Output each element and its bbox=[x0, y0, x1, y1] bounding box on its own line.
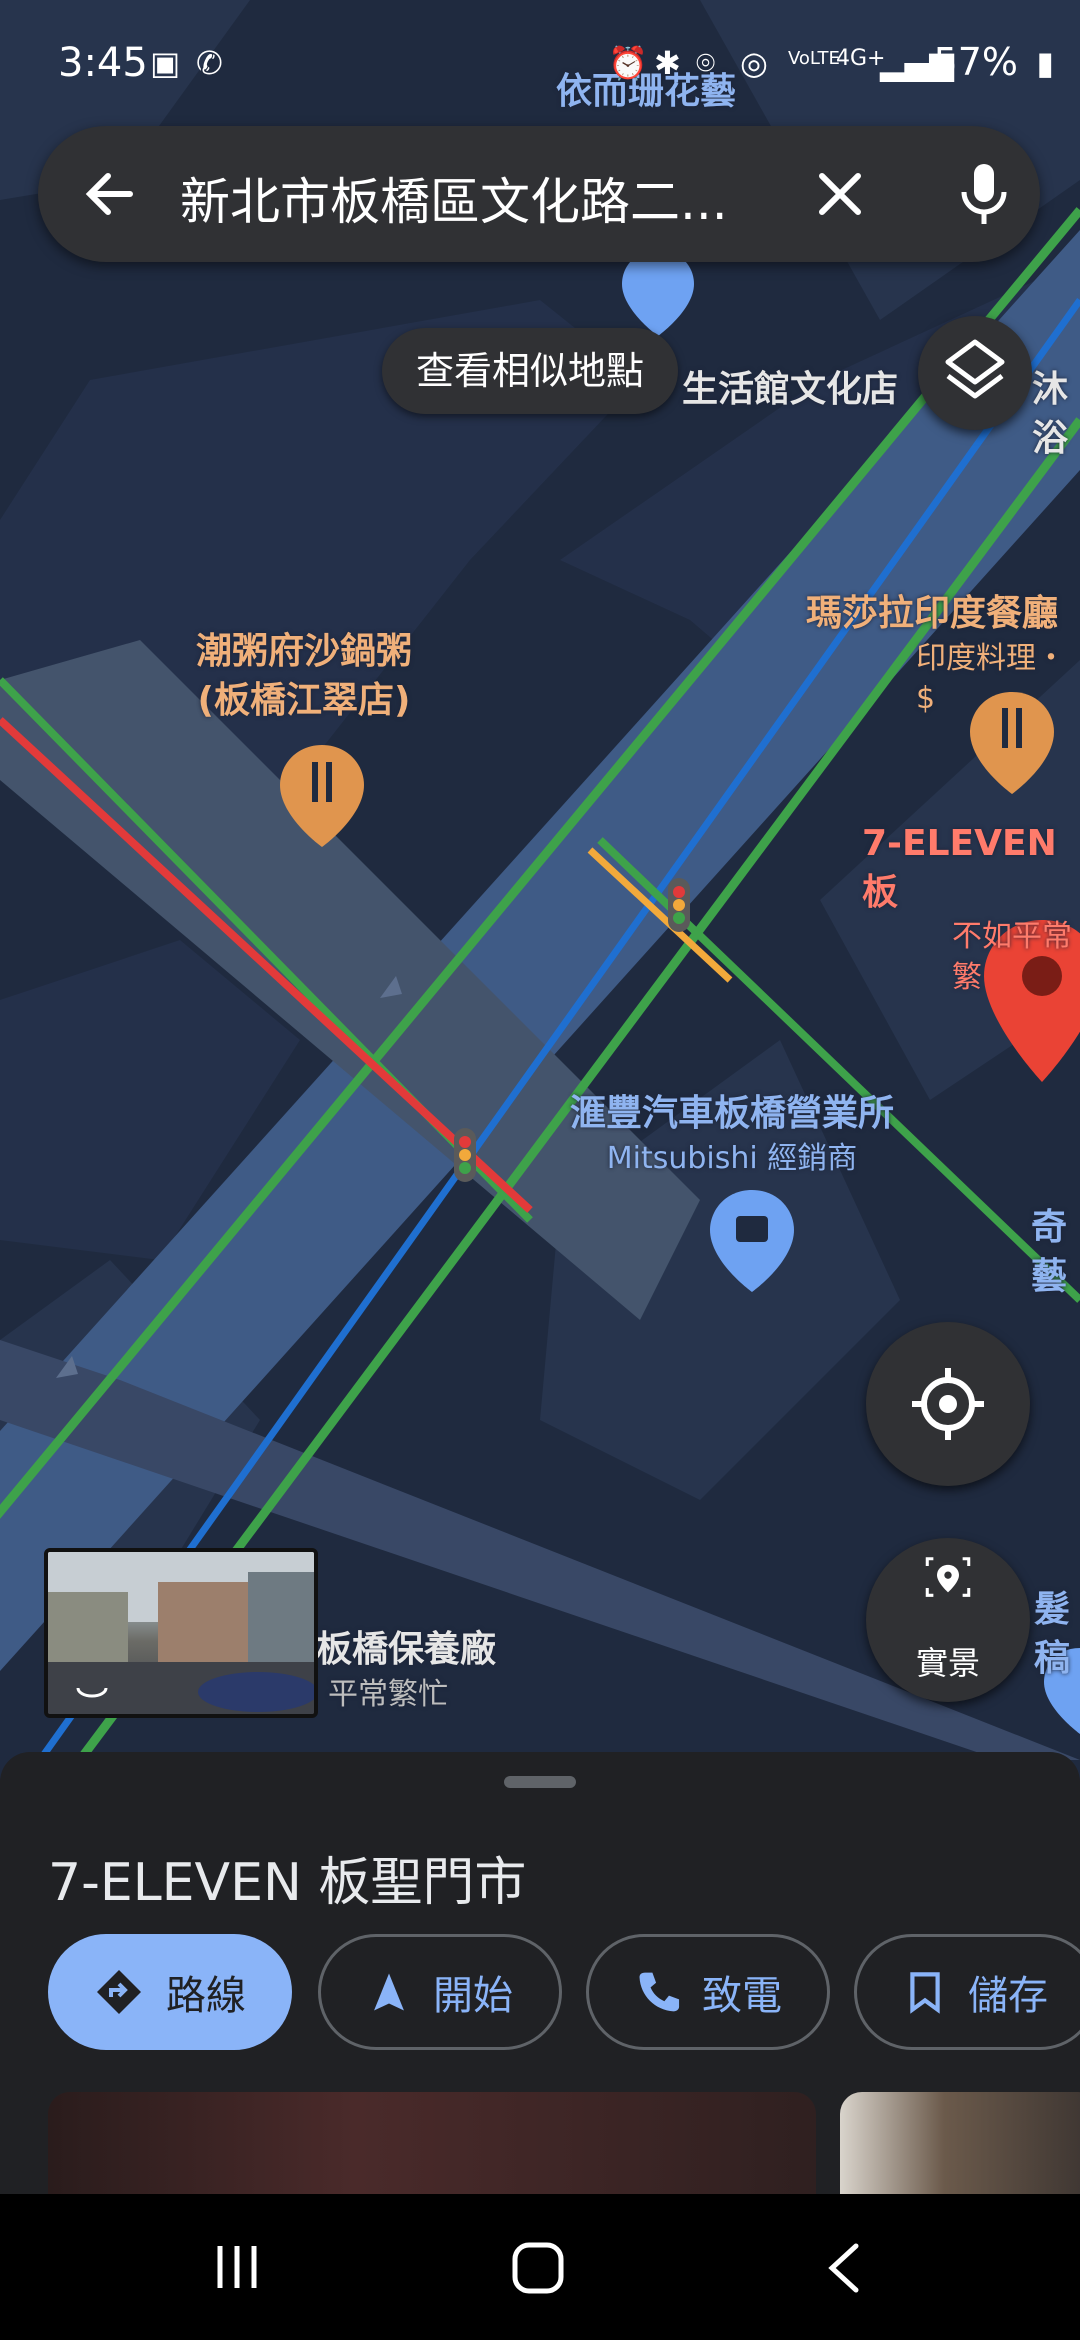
bookmark-icon bbox=[910, 1972, 940, 2014]
back-icon[interactable] bbox=[818, 2240, 872, 2296]
traffic-light-icon bbox=[454, 1128, 476, 1182]
save-label: 儲存 bbox=[968, 1973, 1048, 2019]
poi-mitsubishi-name: 滙豐汽車板橋營業所 bbox=[570, 1093, 895, 1134]
status-bar: 3:45 ▣ ✆ ⏰ ✱ ⌾ ◎ VoLTE 4G+ ▂▄▆ 57% ▮ bbox=[0, 0, 1080, 130]
poi-label-right-partial[interactable]: 奇藝 bbox=[1018, 1204, 1080, 1301]
traffic-light-icon bbox=[668, 878, 690, 932]
my-location-button[interactable] bbox=[866, 1322, 1030, 1486]
phone-icon bbox=[639, 1972, 680, 2012]
alarm-icon: ⏰ bbox=[608, 44, 648, 82]
poi-indian-sub: 印度料理・$ bbox=[916, 640, 1066, 717]
poi-label-7eleven[interactable]: 7-ELEVEN 板 不如平常繁 bbox=[862, 820, 1080, 998]
poi-porridge-branch: (板橋江翠店) bbox=[197, 679, 411, 721]
hotspot-icon: ◎ bbox=[740, 44, 768, 82]
recent-apps-icon[interactable] bbox=[210, 2240, 264, 2294]
place-title: 7-ELEVEN 板聖門市 bbox=[48, 1853, 527, 1913]
bluetooth-icon: ✱ bbox=[654, 44, 681, 82]
poi-label-garage[interactable]: 板橋保養廠 平常繁忙 bbox=[316, 1626, 496, 1715]
drag-handle[interactable] bbox=[504, 1776, 576, 1788]
call-icon: ✆ bbox=[196, 44, 223, 82]
street-view-thumbnail[interactable] bbox=[44, 1548, 318, 1718]
similar-places-button[interactable]: 查看相似地點 bbox=[382, 328, 679, 414]
poi-label-mitsubishi[interactable]: 滙豐汽車板橋營業所 Mitsubishi 經銷商 bbox=[570, 1090, 894, 1179]
call-button[interactable]: 致電 bbox=[586, 1934, 830, 2050]
directions-button[interactable]: 路線 bbox=[48, 1934, 292, 2050]
save-button[interactable]: 儲存 bbox=[854, 1934, 1080, 2050]
directions-label: 路線 bbox=[166, 1973, 246, 2019]
start-label: 開始 bbox=[433, 1973, 513, 2019]
battery-icon: ▮ bbox=[1036, 44, 1054, 82]
poi-7eleven-name: 7-ELEVEN 板 bbox=[862, 823, 1057, 913]
poi-7eleven-sub: 不如平常繁 bbox=[952, 919, 1072, 995]
poi-porridge-name: 潮粥府沙鍋粥 bbox=[196, 631, 413, 672]
layers-icon bbox=[945, 339, 1005, 399]
system-navigation-bar bbox=[0, 2194, 1080, 2340]
street-view-image bbox=[48, 1552, 314, 1714]
layers-button[interactable] bbox=[918, 316, 1032, 430]
poi-label-store[interactable]: 生活館文化店 bbox=[682, 366, 898, 415]
place-bottom-sheet[interactable]: 7-ELEVEN 板聖門市 路線 開始 致電 儲存 bbox=[0, 1752, 1080, 2222]
gallery-icon: ▣ bbox=[150, 44, 181, 82]
microphone-icon[interactable] bbox=[946, 156, 1022, 232]
battery-level: 57% bbox=[933, 40, 1018, 84]
search-bar[interactable]: 新北市板橋區文化路二... bbox=[38, 126, 1040, 262]
poi-garage-sub: 平常繁忙 bbox=[328, 1676, 448, 1712]
status-time: 3:45 bbox=[58, 40, 148, 86]
poi-indian-name: 瑪莎拉印度餐廳 bbox=[806, 593, 1059, 634]
back-arrow-icon[interactable] bbox=[78, 162, 142, 226]
my-location-icon bbox=[912, 1368, 984, 1440]
directions-icon bbox=[97, 1970, 141, 2014]
live-view-label: 實景 bbox=[915, 1644, 980, 1682]
call-label: 致電 bbox=[702, 1973, 782, 2019]
volte-icon: VoLTE bbox=[788, 48, 840, 69]
start-navigation-button[interactable]: 開始 bbox=[318, 1934, 562, 2050]
live-view-icon bbox=[925, 1557, 971, 1597]
poi-label-porridge[interactable]: 潮粥府沙鍋粥 (板橋江翠店) bbox=[196, 628, 412, 725]
clear-icon[interactable] bbox=[806, 160, 874, 228]
poi-label-right-partial2[interactable]: 髮稿 bbox=[1024, 1586, 1080, 1683]
location-icon: ⌾ bbox=[696, 44, 716, 82]
navigation-arrow-icon bbox=[374, 1973, 404, 2011]
network-type-icon: 4G+ bbox=[836, 46, 886, 71]
poi-label-indian[interactable]: 瑪莎拉印度餐廳 印度料理・$ bbox=[806, 590, 1080, 720]
home-icon[interactable] bbox=[510, 2240, 566, 2296]
search-input[interactable]: 新北市板橋區文化路二... bbox=[180, 162, 780, 234]
poi-mitsubishi-sub: Mitsubishi 經銷商 bbox=[606, 1140, 858, 1176]
live-view-button[interactable]: 實景 bbox=[866, 1538, 1030, 1702]
poi-garage-name: 板橋保養廠 bbox=[316, 1629, 497, 1670]
